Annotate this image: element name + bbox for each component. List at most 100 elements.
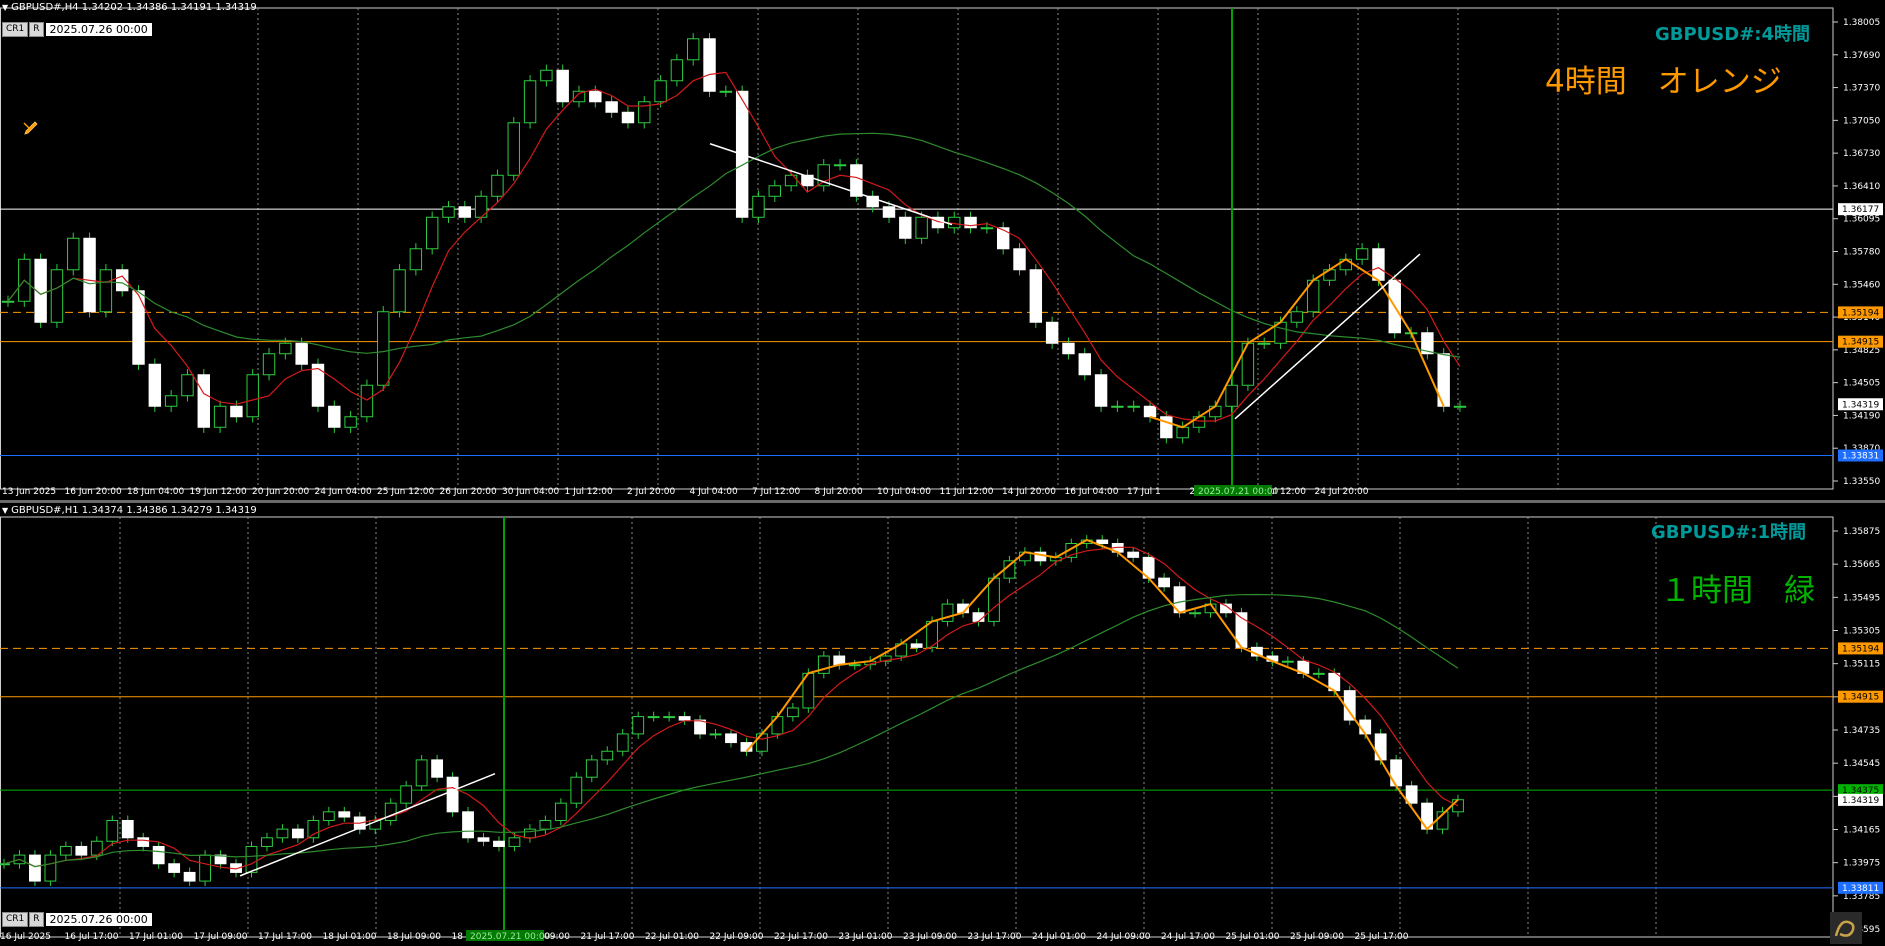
- candle-body: [246, 374, 259, 418]
- candle-body: [29, 854, 41, 882]
- candle-body: [83, 237, 96, 313]
- x-tick-label: 24 Jul 20:00: [1315, 487, 1369, 497]
- candle-body: [539, 819, 552, 830]
- candle-body: [1312, 672, 1325, 675]
- candle-body: [601, 750, 614, 761]
- candle-body: [752, 195, 765, 218]
- x-tick-label: 21 Jul 17:00: [581, 932, 635, 942]
- x-tick-label: 18: [452, 932, 464, 942]
- candle-body: [524, 828, 536, 839]
- x-tick-label: 14 Jul 20:00: [1002, 487, 1056, 497]
- h1-toolbar: CR1 R 2025.07.26 00:00: [2, 912, 152, 927]
- candle-body: [50, 269, 64, 323]
- candle-body: [322, 811, 335, 821]
- candle-body: [213, 405, 227, 428]
- y-tick-label: 1.34165: [1843, 826, 1880, 836]
- candle-body: [585, 759, 598, 778]
- candle-body: [164, 395, 178, 407]
- candle-body: [262, 353, 276, 376]
- price-label: 1.34915: [1842, 338, 1879, 348]
- y-tick-label: 1.35495: [1843, 593, 1880, 603]
- candle-body: [307, 819, 320, 839]
- y-tick-label: 1.38005: [1843, 18, 1880, 28]
- h4-chart-pane[interactable]: 1.38005 1.37690 1.37370 1.37050 1.36730 1.364…: [0, 0, 1885, 500]
- candle-body: [279, 342, 292, 355]
- x-tick-label: 18 Jun 04:00: [127, 487, 184, 497]
- x-tick-label: 16 Jul 04:00: [1065, 487, 1119, 497]
- candle-body: [431, 759, 444, 778]
- red-moving-average: [3, 546, 1459, 870]
- candle-body: [121, 819, 134, 839]
- y-tick-label: 1.34505: [1843, 379, 1880, 389]
- candle-body: [508, 837, 521, 847]
- candle-body: [1374, 733, 1387, 761]
- candle-body: [409, 248, 423, 271]
- candle-body: [996, 227, 1010, 250]
- candle-body: [295, 342, 308, 365]
- pencil-icon[interactable]: [22, 119, 40, 137]
- candle-body: [1258, 342, 1271, 345]
- x-tick-label: 2 Jul 20:00: [627, 487, 676, 497]
- candle-body: [462, 811, 474, 839]
- candle-body: [654, 80, 667, 103]
- candle-body: [261, 837, 273, 847]
- collapse-triangle-icon[interactable]: ▼: [2, 506, 8, 515]
- y-tick-label: 1.35780: [1843, 248, 1880, 258]
- candle-body: [570, 776, 583, 804]
- candle-body: [725, 733, 737, 744]
- broker-logo-icon: [1830, 912, 1862, 944]
- x-tick-label: 25 Jul 01:00: [1226, 932, 1280, 942]
- candle-body: [344, 416, 357, 428]
- price-label: 1.35194: [1842, 644, 1879, 654]
- candle-body: [589, 90, 602, 103]
- candle-body: [915, 216, 928, 239]
- price-label: 1.36177: [1842, 205, 1879, 215]
- y-tick-label: 1.35305: [1843, 627, 1880, 637]
- x-tick-label: 23 Jul 09:00: [903, 932, 957, 942]
- candle-body: [1094, 374, 1108, 407]
- candle-body: [425, 216, 439, 250]
- candle-body: [1111, 405, 1124, 408]
- x-tick-label: 30 Jun 04:00: [502, 487, 559, 497]
- h1-date-box[interactable]: 2025.07.26 00:00: [45, 913, 152, 926]
- r-button[interactable]: R: [29, 22, 44, 37]
- h1-chart-canvas[interactable]: 1.35875 1.35665 1.35495 1.35305 1.35115 1.349…: [0, 503, 1885, 946]
- candle-body: [338, 811, 351, 818]
- x-tick-label: 24 Jul 01:00: [1032, 932, 1086, 942]
- candle-body: [1281, 660, 1294, 663]
- candle-body: [784, 174, 798, 187]
- candle-body: [377, 311, 390, 386]
- candle-body: [616, 733, 629, 752]
- h4-date-box[interactable]: 2025.07.26 00:00: [45, 23, 152, 36]
- candle-body: [67, 237, 80, 271]
- h4-chart-title: GBPUSD#:4時間: [1655, 24, 1811, 45]
- x-tick-label: 24 Jul 17:00: [1161, 932, 1215, 942]
- candle-body: [882, 206, 896, 218]
- r-button[interactable]: R: [29, 912, 44, 927]
- candle-body: [507, 122, 520, 176]
- candle-body: [972, 612, 985, 622]
- x-tick-label: 8 Jul 20:00: [815, 487, 864, 497]
- cr1-button[interactable]: CR1: [2, 912, 29, 927]
- cr1-button[interactable]: CR1: [2, 22, 29, 37]
- candle-body: [491, 174, 504, 197]
- price-label: 1.34319: [1842, 796, 1879, 806]
- candle-body: [663, 716, 676, 719]
- candle-body: [1029, 269, 1043, 323]
- x-tick-label: 16 Jul 2025: [0, 932, 51, 942]
- y-tick-label: 1.35875: [1843, 527, 1880, 537]
- candle-body: [291, 828, 304, 839]
- x-tick-label: 24 Jul 09:00: [1097, 932, 1151, 942]
- x-tick-label: 26 Jun 20:00: [440, 487, 497, 497]
- candle-body: [709, 733, 722, 736]
- collapse-triangle-icon[interactable]: ▼: [2, 3, 8, 12]
- candle-body: [99, 269, 113, 313]
- candle-body: [910, 643, 923, 648]
- candle-body: [621, 111, 635, 124]
- h1-chart-pane[interactable]: 1.35875 1.35665 1.35495 1.35305 1.35115 1.349…: [0, 503, 1885, 946]
- candle-body: [106, 819, 119, 842]
- x-tick-label: 17 Jul 09:00: [194, 932, 248, 942]
- candle-body: [1355, 248, 1369, 260]
- candle-body: [360, 384, 374, 418]
- candle-body: [400, 785, 413, 804]
